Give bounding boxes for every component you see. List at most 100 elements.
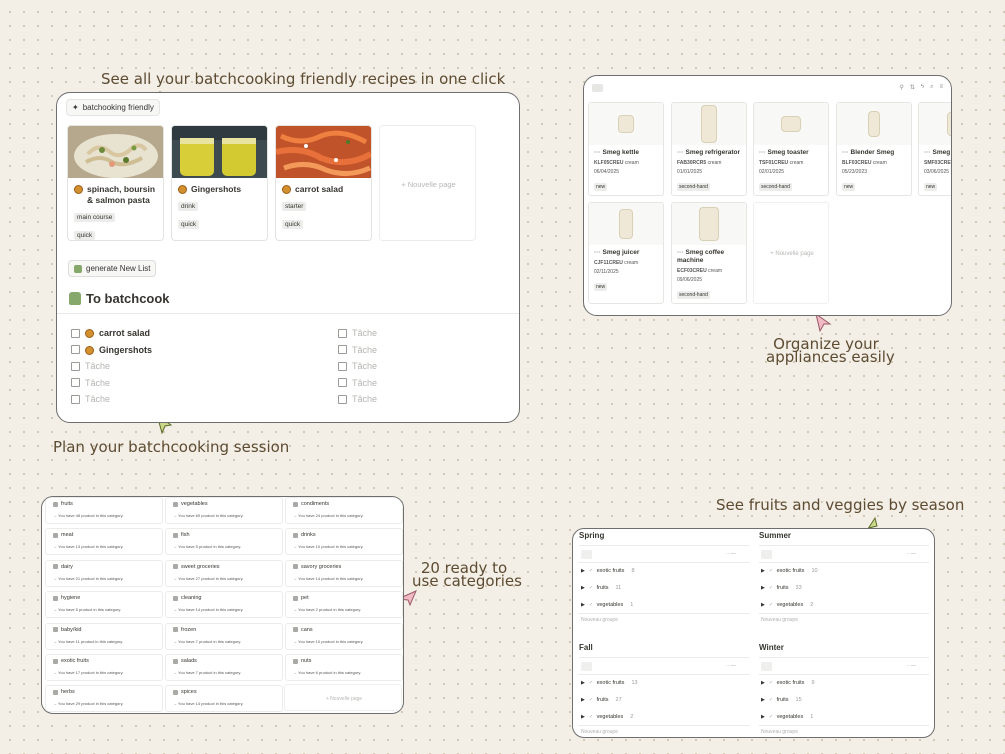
season-group-row[interactable]: ▶ ♂ vegetables 2: [581, 714, 633, 720]
checkbox[interactable]: [71, 345, 80, 355]
more-icon[interactable]: ·· —: [726, 663, 736, 669]
category-card[interactable]: savory groceries → You have 14 product in…: [285, 559, 403, 587]
recipe-card[interactable]: Gingershots drink quick: [171, 125, 268, 241]
checkbox[interactable]: [71, 378, 80, 388]
new-group-link[interactable]: Nouveau groupe: [761, 617, 798, 623]
new-group-link[interactable]: Nouveau groupe: [581, 729, 618, 735]
appliance-card[interactable]: ··· Smeg toaster TSF01CREU cream 02/01/2025…: [753, 102, 829, 196]
category-icon: [53, 658, 58, 664]
season-group-row[interactable]: ▶ ♂ vegetables 1: [581, 602, 633, 608]
category-card[interactable]: dairy → You have 21 product in this categ…: [45, 559, 163, 587]
appliance-card[interactable]: ··· Blender Smeg BLF03CREU cream 05/23/2023…: [836, 102, 912, 196]
todo-item[interactable]: Tâche: [338, 378, 377, 388]
checkbox[interactable]: [71, 361, 80, 371]
checkbox[interactable]: [338, 394, 347, 404]
toggle-triangle-icon[interactable]: ▶: [761, 714, 765, 720]
more-icon[interactable]: ·· —: [906, 551, 916, 557]
todo-item[interactable]: Tâche: [338, 361, 377, 371]
new-group-link[interactable]: Nouveau groupe: [761, 729, 798, 735]
todo-item[interactable]: Tâche: [338, 328, 377, 338]
new-page-card[interactable]: + Nouvelle page: [284, 684, 402, 711]
more-icon[interactable]: ·· —: [906, 663, 916, 669]
toggle-triangle-icon[interactable]: ▶: [581, 585, 585, 591]
season-group-row[interactable]: ▶ ♂ fruits 11: [581, 585, 621, 591]
season-group-row[interactable]: ▶ ♂ vegetables 2: [761, 602, 813, 608]
category-card[interactable]: herbs → You have 29 product in this categ…: [45, 685, 163, 713]
season-group-row[interactable]: ▶ ♂ exotic fruits 9: [761, 680, 815, 686]
season-group-row[interactable]: ▶ ♂ exotic fruits 8: [581, 568, 635, 574]
category-card[interactable]: salads → You have 7 product in this categ…: [165, 654, 283, 681]
appliance-card[interactable]: ··· Smeg coffee machine ECF03CREU cream 09/…: [671, 202, 747, 304]
generate-list-button[interactable]: generate New List: [68, 260, 157, 277]
more-icon[interactable]: ≡: [939, 84, 943, 91]
toggle-triangle-icon[interactable]: ▶: [581, 714, 585, 720]
season-group-row[interactable]: ▶ ♂ exotic fruits 13: [581, 680, 638, 686]
category-card[interactable]: meat → You have 13 product in this catego…: [45, 528, 163, 556]
new-group-link[interactable]: Nouveau groupe: [581, 617, 618, 623]
toggle-triangle-icon[interactable]: ▶: [581, 568, 585, 574]
appliance-card[interactable]: ··· Smeg refrigerator FAB30RCR5 cream 01/01…: [671, 102, 747, 196]
todo-item[interactable]: Tâche: [338, 394, 377, 404]
category-name: savory groceries: [301, 563, 342, 570]
batchcooking-filter[interactable]: ✦ batchooking friendly: [66, 99, 160, 116]
database-icon[interactable]: [592, 84, 603, 92]
recipe-card[interactable]: spinach, boursin & salmon pasta main cou…: [67, 125, 164, 241]
filter-icon[interactable]: ⚲: [899, 84, 903, 91]
category-card[interactable]: baby/kid → You have 11 product in this ca…: [45, 622, 163, 650]
category-card[interactable]: fish → You have 5 product in this categor…: [165, 528, 283, 556]
todo-item[interactable]: carrot salad: [71, 328, 150, 338]
appliance-card[interactable]: ··· Smeg SMF03CREU 03/06/2025 new: [918, 102, 951, 196]
season-group-row[interactable]: ▶ ♂ fruits 15: [761, 697, 802, 703]
checkbox[interactable]: [338, 328, 347, 338]
appliance-card[interactable]: ··· Smeg kettle KLF05CREU cream 06/04/2025 n…: [588, 102, 664, 196]
category-card[interactable]: hygiene → You have 5 product in this cate…: [45, 591, 163, 619]
toggle-triangle-icon[interactable]: ▶: [761, 697, 765, 703]
category-card[interactable]: cleaning → You have 14 product in this ca…: [165, 591, 283, 619]
search-icon[interactable]: ⌕: [930, 84, 933, 91]
more-icon[interactable]: ·· —: [726, 551, 736, 557]
todo-item[interactable]: Tâche: [338, 345, 377, 355]
lightning-icon[interactable]: ϟ: [921, 84, 924, 91]
sort-icon[interactable]: ⇅: [910, 84, 915, 91]
new-page-card[interactable]: + Nouvelle page: [379, 125, 476, 241]
category-card[interactable]: pet → You have 2 product in this category…: [285, 591, 403, 619]
category-icon: [173, 627, 178, 633]
checkbox[interactable]: [338, 345, 347, 355]
category-card[interactable]: nuts → You have 6 product in this categor…: [285, 654, 403, 681]
season-group-row[interactable]: ▶ ♂ fruits 27: [581, 697, 622, 703]
checkbox[interactable]: [338, 361, 347, 371]
category-card[interactable]: fruits → You have 48 product in this cate…: [45, 497, 163, 524]
seasons-panel: Spring ·· — ▶ ♂ exotic fruits 8 ▶ ♂ fruits 11 ▶ ♂ ve…: [572, 528, 935, 738]
todo-item[interactable]: Tâche: [71, 378, 110, 388]
toggle-triangle-icon[interactable]: ▶: [761, 602, 765, 608]
category-card[interactable]: vegetables → You have 69 product in this …: [165, 497, 283, 524]
category-card[interactable]: sweet groceries → You have 27 product in …: [165, 559, 283, 587]
appliance-date: 05/23/2023: [842, 169, 868, 175]
todo-item[interactable]: Gingershots: [71, 345, 152, 355]
season-group-row[interactable]: ▶ ♂ vegetables 1: [761, 714, 813, 720]
category-card[interactable]: frozen → You have 7 product in this categ…: [165, 622, 283, 650]
checkbox[interactable]: [338, 378, 347, 388]
toggle-triangle-icon[interactable]: ▶: [761, 585, 765, 591]
todo-item[interactable]: Tâche: [71, 394, 110, 404]
toggle-triangle-icon[interactable]: ▶: [581, 602, 585, 608]
appliance-card[interactable]: ··· Smeg juicer CJF11CREU cream 02/11/2025 n…: [588, 202, 664, 304]
toggle-triangle-icon[interactable]: ▶: [581, 697, 585, 703]
category-icon: [53, 564, 58, 570]
checkbox[interactable]: [71, 328, 80, 338]
toggle-triangle-icon[interactable]: ▶: [761, 568, 765, 574]
season-group-row[interactable]: ▶ ♂ fruits 33: [761, 585, 802, 591]
toggle-triangle-icon[interactable]: ▶: [581, 680, 585, 686]
new-page-card[interactable]: + Nouvelle page: [753, 202, 829, 304]
category-card[interactable]: exotic fruits → You have 17 product in th…: [45, 654, 163, 681]
toggle-triangle-icon[interactable]: ▶: [761, 680, 765, 686]
todo-item[interactable]: Tâche: [71, 361, 110, 371]
season-group-row[interactable]: ▶ ♂ exotic fruits 10: [761, 568, 818, 574]
category-card[interactable]: spices → You have 14 product in this cate…: [165, 685, 283, 713]
checkbox[interactable]: [71, 394, 80, 404]
category-card[interactable]: drinks → You have 10 product in this cate…: [285, 528, 403, 556]
recipe-card[interactable]: carrot salad starter quick: [275, 125, 372, 241]
category-description: → You have 7 product in this category.: [173, 670, 242, 675]
category-card[interactable]: cans → You have 10 product in this catego…: [285, 622, 403, 650]
category-card[interactable]: condiments → You have 24 product in this …: [285, 497, 403, 524]
